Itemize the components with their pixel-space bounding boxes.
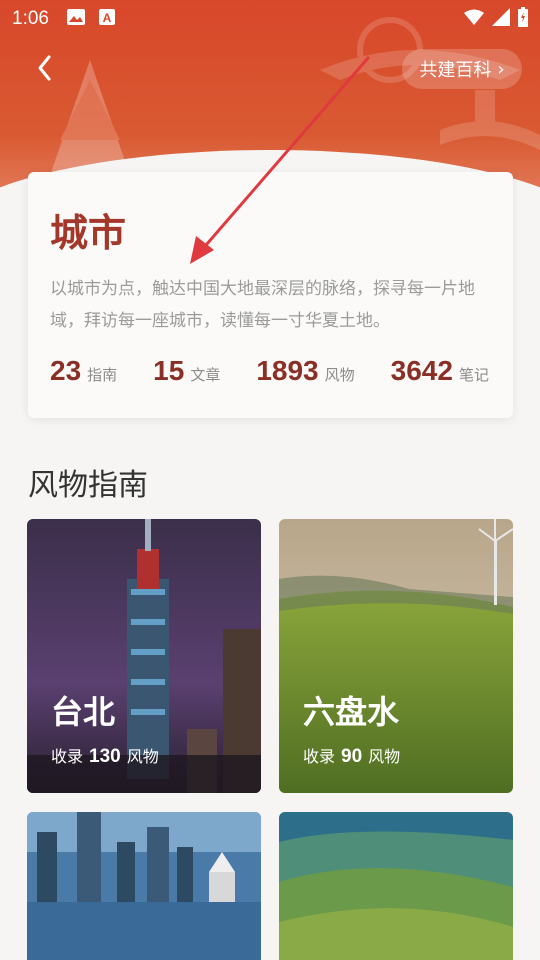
city-info-card: 城市 以城市为点，触达中国大地最深层的脉络，探寻每一片地域，拜访每一座城市，读懂…: [28, 172, 513, 418]
svg-text:A: A: [103, 11, 112, 25]
tile-suffix: 风物: [126, 747, 159, 766]
city-tile-taipei[interactable]: 台北 收录 130 风物: [27, 519, 261, 793]
grassland-image: [279, 812, 513, 960]
stat-label: 文章: [190, 366, 221, 384]
contribute-label: 共建百科: [419, 60, 492, 81]
city-tile-liupanshui[interactable]: 六盘水 收录 90 风物: [279, 519, 513, 793]
wifi-icon: [464, 9, 484, 29]
back-button[interactable]: [24, 48, 64, 88]
image-icon: [66, 9, 85, 29]
stat-items[interactable]: 1893 风物: [256, 355, 354, 387]
status-bar: 1:06 A: [0, 0, 540, 38]
stat-label: 风物: [324, 366, 355, 384]
stats-row: 23 指南 15 文章 1893 风物 3642 笔记: [50, 355, 491, 387]
tile-count: 130: [89, 746, 121, 767]
signal-icon: [492, 8, 510, 30]
section-title: 风物指南: [28, 468, 148, 503]
stat-label: 指南: [87, 366, 118, 384]
stat-label: 笔记: [458, 366, 489, 384]
stat-value: 3642: [390, 355, 453, 386]
stat-articles[interactable]: 15 文章: [153, 355, 220, 387]
status-time: 1:06: [12, 8, 49, 29]
stat-guides[interactable]: 23 指南: [50, 355, 117, 387]
chevron-right-icon: ›: [497, 58, 505, 80]
stat-value: 1893: [256, 355, 319, 386]
city-tile-harbor[interactable]: [27, 812, 261, 960]
tile-count-line: 收录 130 风物: [51, 743, 159, 768]
city-description: 以城市为点，触达中国大地最深层的脉络，探寻每一片地域，拜访每一座城市，读懂每一寸…: [50, 279, 475, 331]
tile-count-line: 收录 90 风物: [303, 743, 400, 768]
text-icon: A: [98, 9, 115, 29]
stat-notes[interactable]: 3642 笔记: [391, 355, 489, 387]
city-tile-grassland[interactable]: [279, 812, 513, 960]
tile-city-name: 台北: [51, 693, 116, 731]
tile-prefix: 收录: [51, 747, 84, 766]
chevron-left-icon: [38, 55, 51, 81]
contribute-button[interactable]: 共建百科 ›: [402, 49, 522, 89]
tile-suffix: 风物: [368, 747, 401, 766]
battery-icon: [518, 7, 528, 31]
tile-count: 90: [341, 746, 363, 767]
stat-value: 15: [153, 355, 185, 386]
stat-value: 23: [50, 355, 82, 386]
page-title: 城市: [50, 210, 127, 255]
tile-prefix: 收录: [303, 747, 336, 766]
tile-city-name: 六盘水: [303, 693, 400, 731]
harbor-city-image: [27, 812, 261, 960]
